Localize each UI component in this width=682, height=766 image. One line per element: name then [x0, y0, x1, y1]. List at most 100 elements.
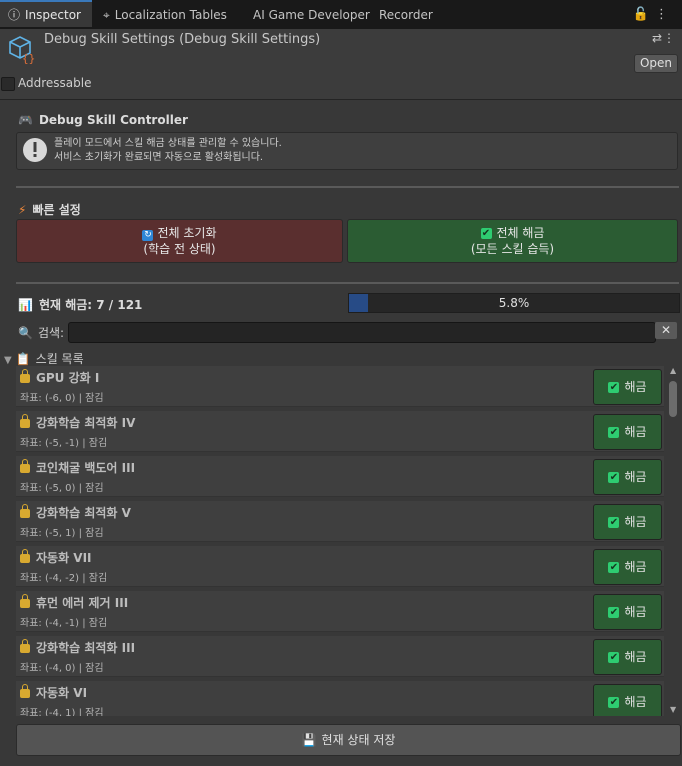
- skill-list-title: 스킬 목록: [35, 352, 84, 366]
- tab-inspector-label: Inspector: [25, 8, 81, 22]
- inspector-header: {} Debug Skill Settings (Debug Skill Set…: [0, 29, 682, 100]
- skill-coord: 좌표: (-4, 0) | 잠김: [20, 663, 104, 674]
- search-input[interactable]: [68, 322, 656, 343]
- save-state-label: 현재 상태 저장: [321, 733, 396, 747]
- skill-row: 휴먼 에러 제거 III 좌표: (-4, -1) | 잠김 ✔ 해금: [16, 591, 664, 632]
- skill-coord: 좌표: (-4, 1) | 잠김: [20, 708, 104, 716]
- controller-title-text: Debug Skill Controller: [38, 113, 188, 127]
- skill-coord: 좌표: (-5, -1) | 잠김: [20, 438, 108, 449]
- tab-recorder[interactable]: Recorder: [379, 0, 433, 29]
- skill-name: 강화학습 최적화 III: [20, 639, 135, 656]
- reset-label-1: 전체 초기화: [157, 226, 217, 240]
- settings-adjust-icon[interactable]: ⇄: [652, 31, 662, 45]
- lightning-icon: ⚡: [18, 203, 27, 217]
- scrollbar-thumb[interactable]: [669, 381, 677, 417]
- lock-icon: [20, 504, 30, 518]
- unlock-label-1: 전체 해금: [496, 226, 545, 240]
- progress-text: 5.8%: [498, 296, 530, 310]
- open-button[interactable]: Open: [634, 54, 678, 73]
- help-box: 플레이 모드에서 스킬 해금 상태를 관리할 수 있습니다. 서비스 초기화가 …: [16, 132, 678, 170]
- tab-inspector[interactable]: ⓘ Inspector: [0, 0, 92, 27]
- skill-row: 강화학습 최적화 III 좌표: (-4, 0) | 잠김 ✔ 해금: [16, 636, 664, 677]
- scriptable-object-icon: {}: [9, 36, 35, 64]
- tab-recorder-label: Recorder: [379, 8, 433, 22]
- unlock-skill-label: 해금: [624, 560, 647, 574]
- skill-name-text: 코인채굴 백도어 III: [36, 461, 136, 475]
- tab-ai-label: AI Game Developer: [253, 8, 370, 22]
- check-icon: ✔: [608, 382, 620, 393]
- skill-row: 강화학습 최적화 V 좌표: (-5, 1) | 잠김 ✔ 해금: [16, 501, 664, 542]
- lock-icon[interactable]: 🔓: [633, 7, 655, 22]
- unlock-skill-button[interactable]: ✔ 해금: [593, 369, 662, 405]
- unlock-skill-button[interactable]: ✔ 해금: [593, 549, 662, 585]
- unlock-skill-label: 해금: [624, 695, 647, 709]
- skill-list: GPU 강화 I 좌표: (-6, 0) | 잠김 ✔ 해금 강화학습 최적화 IV 좌표…: [16, 366, 664, 716]
- check-icon: ✔: [608, 427, 620, 438]
- skill-name-text: GPU 강화 I: [36, 371, 100, 385]
- skill-name: 휴먼 에러 제거 III: [20, 594, 128, 611]
- skill-name-text: 강화학습 최적화 III: [36, 641, 136, 655]
- gamepad-icon: 🎮: [18, 113, 33, 127]
- addressable-checkbox[interactable]: [1, 77, 15, 91]
- unlock-skill-label: 해금: [624, 515, 647, 529]
- unlock-progress-bar: 5.8%: [348, 293, 680, 313]
- divider: [16, 282, 679, 284]
- tab-localization-tables[interactable]: ⌖ Localization Tables: [103, 0, 227, 29]
- skill-name: GPU 강화 I: [20, 369, 99, 386]
- scroll-up-icon[interactable]: ▲: [670, 366, 676, 375]
- refresh-icon: ↻: [142, 230, 154, 241]
- skill-row: 자동화 VI 좌표: (-4, 1) | 잠김 ✔ 해금: [16, 681, 664, 716]
- search-label-text: 검색:: [37, 326, 65, 340]
- check-icon: ✔: [608, 607, 620, 618]
- quick-settings-title-text: 빠른 설정: [32, 203, 81, 217]
- divider: [16, 186, 679, 188]
- unlock-skill-label: 해금: [624, 470, 647, 484]
- unlock-skill-button[interactable]: ✔ 해금: [593, 594, 662, 630]
- skill-row: GPU 강화 I 좌표: (-6, 0) | 잠김 ✔ 해금: [16, 366, 664, 407]
- unlock-skill-button[interactable]: ✔ 해금: [593, 504, 662, 540]
- skill-list-foldout[interactable]: ▼ 📋 스킬 목록: [4, 350, 84, 367]
- check-icon: ✔: [480, 228, 492, 239]
- check-icon: ✔: [608, 472, 620, 483]
- kebab-menu-icon[interactable]: ⋮: [655, 7, 674, 22]
- skill-name: 강화학습 최적화 V: [20, 504, 131, 521]
- unlock-skill-label: 해금: [624, 650, 647, 664]
- reset-all-button[interactable]: ↻ 전체 초기화 (학습 전 상태): [16, 219, 343, 263]
- unlock-skill-button[interactable]: ✔ 해금: [593, 459, 662, 495]
- window-controls: 🔓⋮: [633, 0, 674, 29]
- unlock-skill-button[interactable]: ✔ 해금: [593, 414, 662, 450]
- lock-icon: [20, 594, 30, 608]
- save-state-button[interactable]: 💾 현재 상태 저장: [16, 724, 681, 756]
- floppy-disk-icon: 💾: [301, 733, 317, 747]
- check-icon: ✔: [608, 562, 620, 573]
- skill-coord: 좌표: (-6, 0) | 잠김: [20, 393, 104, 404]
- skill-name-text: 자동화 VI: [36, 686, 88, 700]
- lock-icon: [20, 459, 30, 473]
- skill-name: 자동화 VII: [20, 549, 92, 566]
- skill-row: 강화학습 최적화 IV 좌표: (-5, -1) | 잠김 ✔ 해금: [16, 411, 664, 452]
- unlock-status-text: 현재 해금: 7 / 121: [38, 298, 143, 312]
- unlock-skill-button[interactable]: ✔ 해금: [593, 684, 662, 716]
- scroll-down-icon[interactable]: ▼: [670, 705, 676, 714]
- tab-ai-game-developer[interactable]: AI Game Developer: [253, 0, 370, 29]
- check-icon: ✔: [608, 652, 620, 663]
- lock-icon: [20, 414, 30, 428]
- skill-coord: 좌표: (-5, 1) | 잠김: [20, 528, 104, 539]
- header-menu-icon[interactable]: ⋮: [663, 31, 675, 45]
- lock-icon: [20, 369, 30, 383]
- asset-title: Debug Skill Settings (Debug Skill Settin…: [44, 32, 321, 47]
- unlock-skill-label: 해금: [624, 380, 647, 394]
- scrollbar[interactable]: ▲ ▼: [668, 366, 680, 716]
- search-clear-button[interactable]: ✕: [655, 322, 677, 339]
- skill-coord: 좌표: (-4, -1) | 잠김: [20, 618, 108, 629]
- unlock-skill-button[interactable]: ✔ 해금: [593, 639, 662, 675]
- search-label: 🔍 검색:: [18, 324, 64, 341]
- help-line-1: 플레이 모드에서 스킬 해금 상태를 관리할 수 있습니다.: [54, 138, 282, 149]
- unlock-all-button[interactable]: ✔ 전체 해금 (모든 스킬 습득): [347, 219, 678, 263]
- clipboard-icon: 📋: [15, 352, 31, 366]
- svg-text:{}: {}: [22, 52, 35, 64]
- skill-coord: 좌표: (-5, 0) | 잠김: [20, 483, 104, 494]
- unlock-label-2: (모든 스킬 습득): [470, 242, 555, 256]
- skill-name: 강화학습 최적화 IV: [20, 414, 135, 431]
- globe-pin-icon: ⌖: [103, 8, 110, 22]
